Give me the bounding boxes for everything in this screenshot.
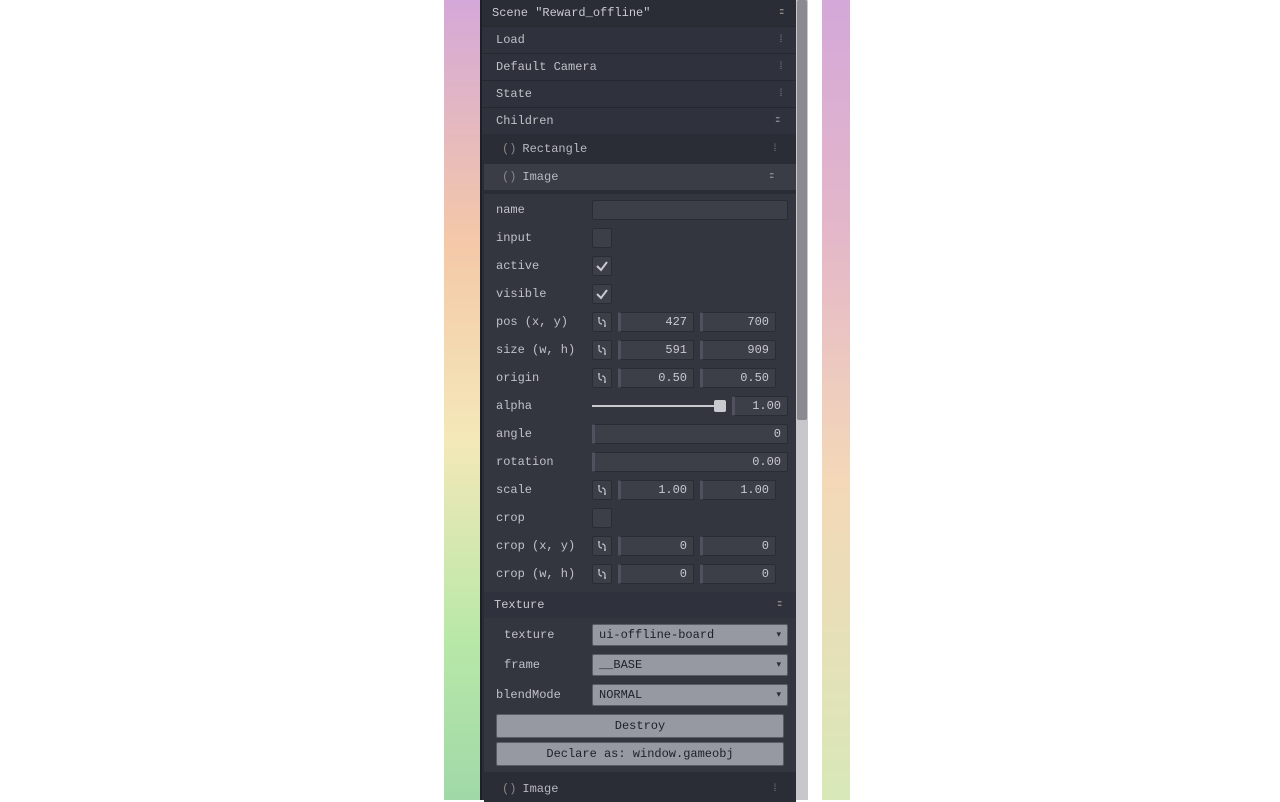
- blend-mode-dropdown[interactable]: NORMAL ▾: [592, 684, 788, 706]
- crop-h-input[interactable]: [700, 564, 776, 584]
- blend-mode-row: blendMode NORMAL ▾: [484, 680, 796, 710]
- link-wh-button[interactable]: [592, 340, 612, 360]
- expand-icon: ⁞: [772, 784, 778, 795]
- expand-icon: ⁞: [778, 62, 784, 73]
- texture-row: texture ui-offline-board ▾: [492, 620, 796, 650]
- collapse-icon[interactable]: [779, 7, 788, 20]
- prop-rotation-row: rotation: [484, 448, 796, 476]
- slider-thumb[interactable]: [714, 400, 726, 412]
- collapse-icon: [777, 599, 786, 612]
- prop-angle-row: angle: [484, 420, 796, 448]
- name-input[interactable]: [592, 200, 788, 220]
- check-icon: [595, 259, 609, 273]
- link-icon: [596, 316, 608, 328]
- declare-button[interactable]: Declare as: window.gameobj: [496, 742, 784, 766]
- prop-name-row: name: [484, 196, 796, 224]
- scale-x-input[interactable]: [618, 480, 694, 500]
- object-prefix-icon: (): [502, 142, 516, 156]
- crop-x-input[interactable]: [618, 536, 694, 556]
- rotation-input[interactable]: [592, 452, 788, 472]
- section-children[interactable]: Children: [482, 107, 798, 134]
- link-xy-button[interactable]: [592, 312, 612, 332]
- dropdown-arrow-icon: ▾: [776, 630, 781, 640]
- size-h-input[interactable]: [700, 340, 776, 360]
- prop-input-row: input: [484, 224, 796, 252]
- crop-y-input[interactable]: [700, 536, 776, 556]
- prop-active-row: active: [484, 252, 796, 280]
- collapse-icon: [769, 171, 778, 184]
- gradient-strip-left: [444, 0, 480, 800]
- link-icon: [596, 568, 608, 580]
- inspector-panel: Scene "Reward_offline" Load ⁞ Default Ca…: [480, 0, 808, 800]
- expand-icon: ⁞: [778, 35, 784, 46]
- link-icon: [596, 540, 608, 552]
- prop-scale-row: scale: [484, 476, 796, 504]
- scene-title-row[interactable]: Scene "Reward_offline": [482, 0, 798, 26]
- section-default-camera[interactable]: Default Camera ⁞: [482, 53, 798, 80]
- texture-header[interactable]: Texture: [484, 592, 796, 618]
- angle-input[interactable]: [592, 424, 788, 444]
- visible-checkbox[interactable]: [592, 284, 612, 304]
- link-icon: [596, 372, 608, 384]
- crop-w-input[interactable]: [618, 564, 694, 584]
- prop-crop-wh-row: crop (w, h): [484, 560, 796, 588]
- prop-visible-row: visible: [484, 280, 796, 308]
- link-crop-xy-button[interactable]: [592, 536, 612, 556]
- scene-title: Scene "Reward_offline": [492, 6, 650, 20]
- prop-size-row: size (w, h): [484, 336, 796, 364]
- expand-icon: ⁞: [772, 144, 778, 155]
- child-image-selected[interactable]: ()Image: [484, 164, 796, 190]
- section-state[interactable]: State ⁞: [482, 80, 798, 107]
- active-checkbox[interactable]: [592, 256, 612, 276]
- frame-row: frame __BASE ▾: [492, 650, 796, 680]
- check-icon: [595, 287, 609, 301]
- prop-crop-row: crop: [484, 504, 796, 532]
- child-rectangle[interactable]: ()Rectangle ⁞: [484, 136, 796, 162]
- frame-dropdown[interactable]: __BASE ▾: [592, 654, 788, 676]
- link-icon: [596, 344, 608, 356]
- property-block: name input active visible: [484, 194, 796, 772]
- origin-x-input[interactable]: [618, 368, 694, 388]
- alpha-input[interactable]: [732, 396, 788, 416]
- prop-origin-row: origin: [484, 364, 796, 392]
- section-load[interactable]: Load ⁞: [482, 26, 798, 53]
- link-origin-button[interactable]: [592, 368, 612, 388]
- crop-checkbox[interactable]: [592, 508, 612, 528]
- texture-dropdown[interactable]: ui-offline-board ▾: [592, 624, 788, 646]
- scrollbar-thumb[interactable]: [797, 0, 807, 420]
- expand-icon: ⁞: [778, 89, 784, 100]
- link-scale-button[interactable]: [592, 480, 612, 500]
- object-prefix-icon: (): [502, 782, 516, 796]
- scale-y-input[interactable]: [700, 480, 776, 500]
- prop-alpha-row: alpha: [484, 392, 796, 420]
- destroy-button[interactable]: Destroy: [496, 714, 784, 738]
- prop-pos-row: pos (x, y): [484, 308, 796, 336]
- origin-y-input[interactable]: [700, 368, 776, 388]
- prop-crop-xy-row: crop (x, y): [484, 532, 796, 560]
- dropdown-arrow-icon: ▾: [776, 660, 781, 670]
- pos-y-input[interactable]: [700, 312, 776, 332]
- child-image-2[interactable]: ()Image ⁞: [484, 776, 796, 802]
- link-icon: [596, 484, 608, 496]
- gradient-strip-right: [822, 0, 850, 800]
- alpha-slider[interactable]: [592, 396, 726, 416]
- link-crop-wh-button[interactable]: [592, 564, 612, 584]
- scrollbar[interactable]: [796, 0, 808, 800]
- collapse-icon: [775, 115, 784, 128]
- size-w-input[interactable]: [618, 340, 694, 360]
- input-checkbox[interactable]: [592, 228, 612, 248]
- object-prefix-icon: (): [502, 170, 516, 184]
- pos-x-input[interactable]: [618, 312, 694, 332]
- dropdown-arrow-icon: ▾: [776, 690, 781, 700]
